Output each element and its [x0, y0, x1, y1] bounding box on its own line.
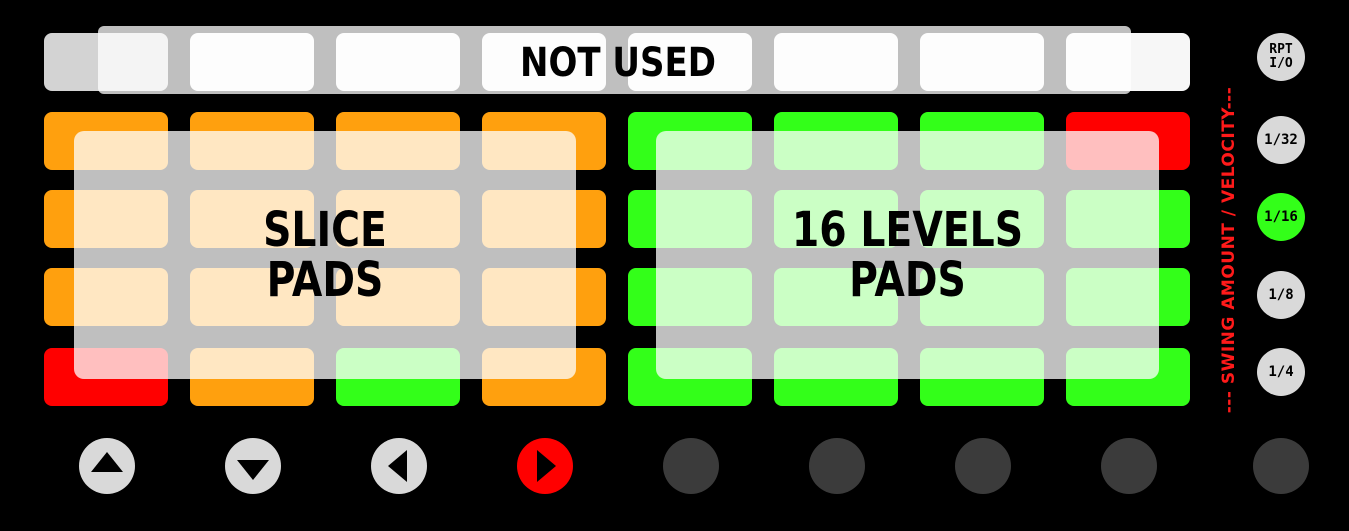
- nav-button[interactable]: [1253, 438, 1309, 494]
- up-arrow-icon: [91, 452, 123, 472]
- right-arrow-icon: [537, 450, 556, 482]
- side-button[interactable]: RPT I/O: [1257, 33, 1305, 81]
- levels-pads-overlay: 16 LEVELS PADS: [656, 131, 1159, 379]
- slice-pads-label: SLICE PADS: [263, 202, 387, 308]
- right-arrow-button[interactable]: [517, 438, 573, 494]
- nav-button[interactable]: [955, 438, 1011, 494]
- down-arrow-button[interactable]: [225, 438, 281, 494]
- nav-button[interactable]: [1101, 438, 1157, 494]
- side-button[interactable]: 1/4: [1257, 348, 1305, 396]
- levels-pads-label: 16 LEVELS PADS: [791, 202, 1024, 308]
- down-arrow-icon: [237, 460, 269, 480]
- swing-velocity-label: --- SWING AMOUNT / VELOCITY---: [1219, 86, 1239, 414]
- up-arrow-button[interactable]: [79, 438, 135, 494]
- not-used-label: NOT USED: [520, 40, 716, 86]
- side-button[interactable]: 1/16: [1257, 193, 1305, 241]
- slice-pads-overlay: SLICE PADS: [74, 131, 576, 379]
- side-button[interactable]: 1/32: [1257, 116, 1305, 164]
- side-button-label: RPT I/O: [1269, 42, 1293, 71]
- nav-button[interactable]: [663, 438, 719, 494]
- side-button-label: 1/16: [1264, 209, 1298, 225]
- left-arrow-icon: [388, 450, 407, 482]
- left-arrow-button[interactable]: [371, 438, 427, 494]
- side-button-label: 1/32: [1264, 132, 1298, 148]
- side-button-label: 1/8: [1268, 287, 1294, 303]
- nav-button[interactable]: [809, 438, 865, 494]
- side-button-label: 1/4: [1268, 364, 1294, 380]
- side-button[interactable]: 1/8: [1257, 271, 1305, 319]
